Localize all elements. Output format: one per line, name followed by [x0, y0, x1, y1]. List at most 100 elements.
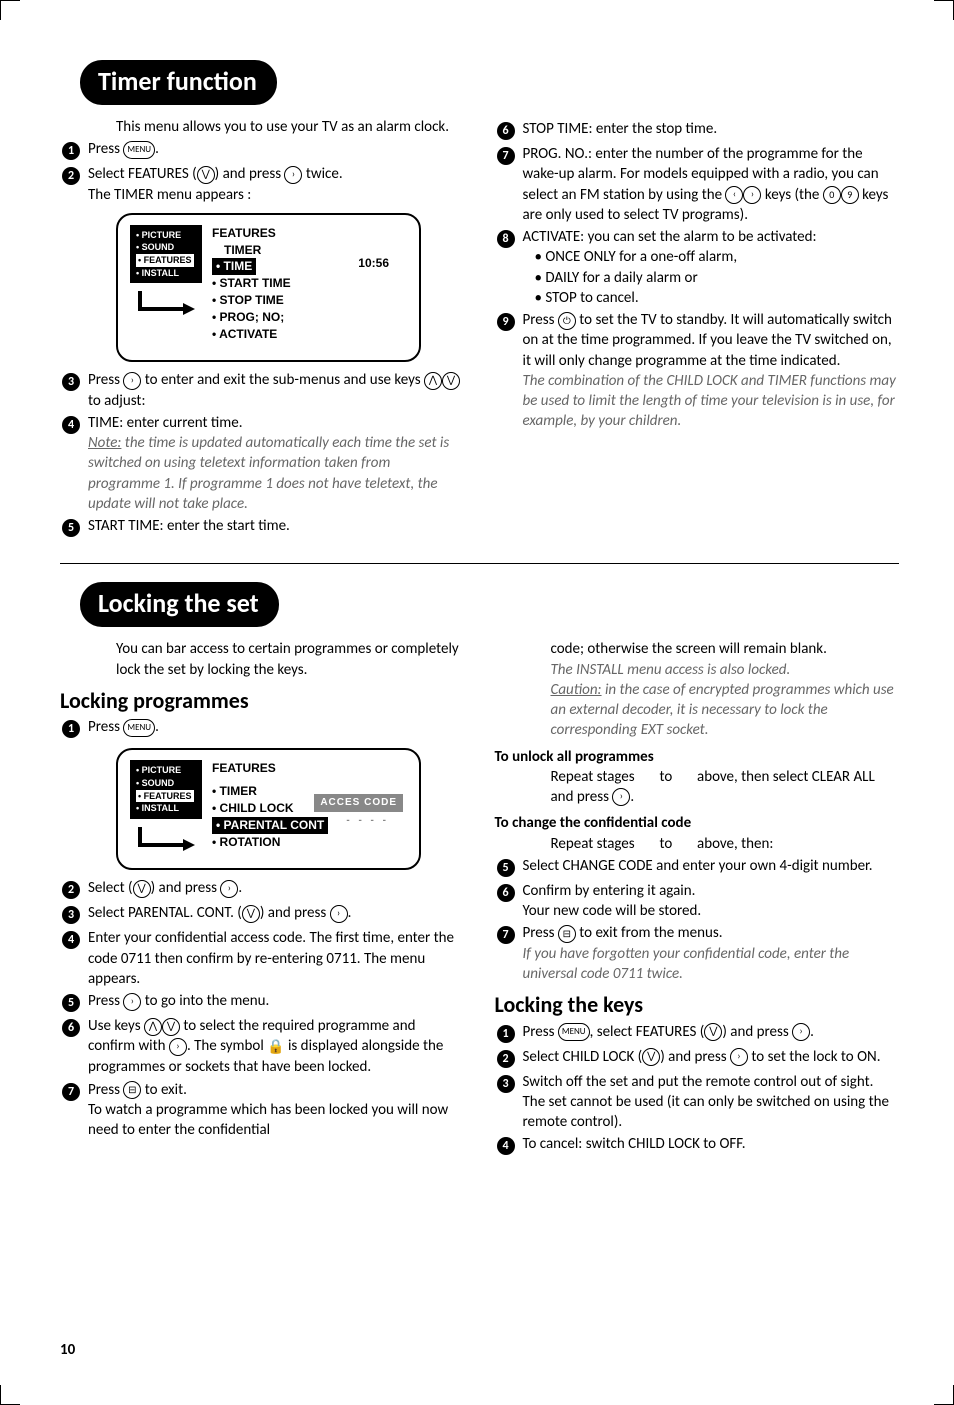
- step-bullet: [60, 929, 82, 951]
- text: Use keys: [88, 1017, 144, 1035]
- step-bullet: [60, 371, 82, 393]
- keys-step-4: To cancel: switch CHILD LOCK to OFF.: [495, 1134, 900, 1157]
- text: Select PARENTAL. CONT. (: [88, 904, 242, 922]
- timer-step-2: Select FEATURES (⋁) and press › twice. T…: [60, 164, 465, 205]
- lock-step-1: Press MENU.: [60, 717, 465, 740]
- text: to exit from the menus.: [576, 924, 723, 942]
- lock-icon: [267, 1037, 284, 1055]
- lock-col-left: You can bar access to certain programmes…: [60, 639, 465, 1159]
- text: to: [656, 835, 676, 853]
- text: Press: [523, 311, 558, 329]
- right-key-icon: ›: [123, 993, 141, 1011]
- step-body: STOP TIME: enter the stop time.: [523, 119, 900, 139]
- tv-panel-title: FEATURES: [212, 760, 407, 777]
- step-bullet: [60, 517, 82, 539]
- step-bullet: [60, 140, 82, 162]
- text: to: [656, 768, 676, 786]
- text: ) and press: [660, 1048, 730, 1066]
- tv-item: • ACTIVATE: [212, 326, 407, 343]
- text: .: [810, 1023, 814, 1041]
- left-key-icon: ‹: [725, 186, 743, 204]
- text: .: [155, 718, 159, 736]
- timer-step-8: ACTIVATE: you can set the alarm to be ac…: [495, 227, 900, 308]
- text: To watch a programme which has been lock…: [88, 1101, 448, 1139]
- down-key-icon: ⋁: [242, 905, 260, 923]
- text: .: [348, 904, 352, 922]
- right-key-icon: ›: [123, 372, 141, 390]
- text: .: [155, 140, 159, 158]
- sub-bullet: • DAILY for a daily alarm or: [535, 268, 900, 288]
- right-key-icon: ›: [330, 905, 348, 923]
- timer-step-4: TIME: enter current time. Note: the time…: [60, 413, 465, 514]
- text: Press: [88, 371, 123, 389]
- step-bullet: [495, 924, 517, 946]
- sub-bullet: • STOP to cancel.: [535, 288, 900, 308]
- caution-text: Caution: in the case of encrypted progra…: [551, 681, 894, 740]
- timer-step-6: STOP TIME: enter the stop time.: [495, 119, 900, 142]
- step-bullet: [60, 992, 82, 1014]
- step-body: To cancel: switch CHILD LOCK to OFF.: [523, 1134, 900, 1154]
- down-key-icon: ⋁: [442, 372, 460, 390]
- right-key-icon: ›: [169, 1038, 187, 1056]
- text: to set the TV to standby. It will automa…: [523, 311, 892, 370]
- keys-step-2: Select CHILD LOCK (⋁) and press › to set…: [495, 1047, 900, 1070]
- tv-left-menu: • PICTURE • SOUND • FEATURES • INSTALL: [130, 225, 202, 283]
- unlock-text: Repeat stages to above, then select CLEA…: [551, 767, 900, 808]
- text: The TIMER menu appears :: [88, 186, 251, 204]
- note-text: If you have forgotten your confidential …: [523, 945, 850, 983]
- heading-unlock-all: To unlock all programmes: [495, 747, 900, 767]
- text: Repeat stages: [551, 835, 639, 853]
- exit-key-icon: ⊟: [123, 1081, 141, 1099]
- lock-right-continue: code; otherwise the screen will remain b…: [551, 639, 900, 740]
- tv-menu-item: • INSTALL: [136, 802, 196, 815]
- text: Repeat stages: [551, 768, 639, 786]
- step-bullet: [495, 311, 517, 333]
- keys-step-1: Press MENU, select FEATURES (⋁) and pres…: [495, 1022, 900, 1045]
- tv-screenshot-timer: • PICTURE • SOUND • FEATURES • INSTALL F…: [116, 213, 421, 363]
- text: .: [630, 788, 634, 806]
- step-body: Press MENU.: [88, 717, 465, 737]
- change-step-6: Confirm by entering it again. Your new c…: [495, 881, 900, 922]
- step-bullet: [495, 1135, 517, 1157]
- text: Press: [88, 140, 123, 158]
- step-bullet: [495, 1048, 517, 1070]
- step-body: Confirm by entering it again. Your new c…: [523, 881, 900, 922]
- timer-step-5: START TIME: enter the start time.: [60, 516, 465, 539]
- step-body: Press ⊟ to exit. To watch a programme wh…: [88, 1080, 465, 1141]
- step-body: Select (⋁) and press ›.: [88, 878, 465, 898]
- text: Select FEATURES (: [88, 165, 197, 183]
- timer-col-right: STOP TIME: enter the stop time. PROG. NO…: [495, 117, 900, 541]
- note-text: The INSTALL menu access is also locked.: [551, 661, 791, 679]
- text: to go into the menu.: [141, 992, 269, 1010]
- text: to exit.: [141, 1081, 187, 1099]
- tv-menu-item: • SOUND: [136, 241, 196, 254]
- change-step-7: Press ⊟ to exit from the menus. If you h…: [495, 923, 900, 984]
- section-divider: [60, 563, 899, 564]
- text: . The symbol: [187, 1037, 267, 1055]
- lock-step-3: Select PARENTAL. CONT. (⋁) and press ›.: [60, 903, 465, 926]
- keys-step-3: Switch off the set and put the remote co…: [495, 1072, 900, 1133]
- step-body: Use keys ⋀⋁ to select the required progr…: [88, 1016, 465, 1077]
- text: to adjust:: [88, 392, 145, 410]
- text: Select CHILD LOCK (: [523, 1048, 643, 1066]
- step-body: Press MENU.: [88, 139, 465, 159]
- step-body: Press ⏻ to set the TV to standby. It wil…: [523, 310, 900, 432]
- text: Your new code will be stored.: [523, 902, 702, 920]
- nine-key-icon: 9: [841, 186, 859, 204]
- timer-intro: This menu allows you to use your TV as a…: [116, 117, 465, 137]
- lock-step-6: Use keys ⋀⋁ to select the required progr…: [60, 1016, 465, 1077]
- step-body: PROG. NO.: enter the number of the progr…: [523, 144, 900, 225]
- section-title-timer: Timer function: [80, 60, 277, 105]
- right-key-icon: ›: [730, 1048, 748, 1066]
- right-key-icon: ›: [220, 880, 238, 898]
- step-bullet: [60, 904, 82, 926]
- down-key-icon: ⋁: [133, 880, 151, 898]
- step-bullet: [60, 414, 82, 436]
- step-body: Select CHANGE CODE and enter your own 4-…: [523, 856, 900, 876]
- text: above, then:: [694, 835, 774, 853]
- step-body: Press MENU, select FEATURES (⋁) and pres…: [523, 1022, 900, 1042]
- step-bullet: [495, 1073, 517, 1095]
- step-bullet: [495, 228, 517, 250]
- step-body: Press › to enter and exit the sub-menus …: [88, 370, 465, 411]
- arrow-icon: [135, 825, 197, 851]
